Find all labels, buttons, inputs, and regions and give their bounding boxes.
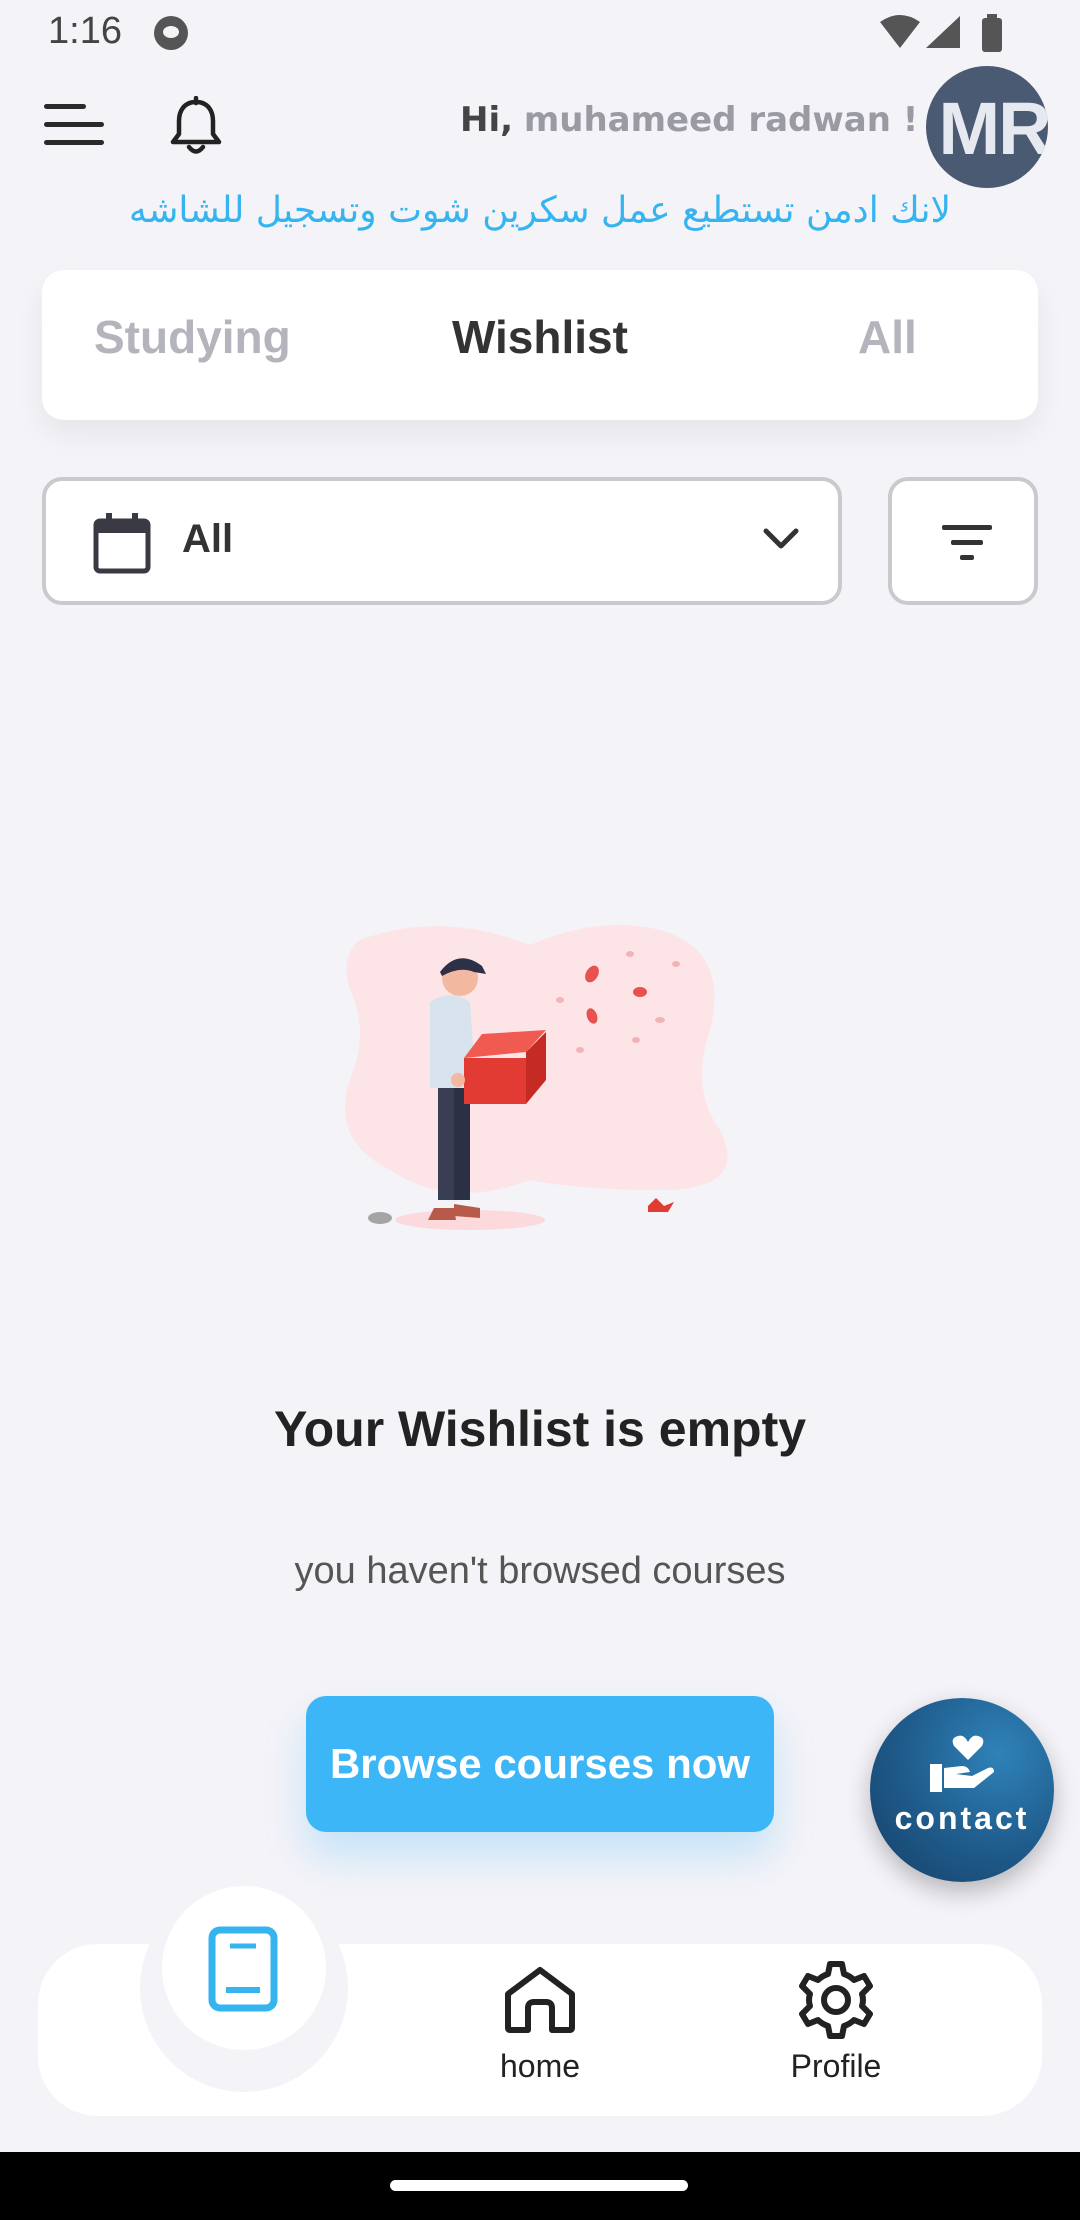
empty-wishlist-illustration [345,925,728,1230]
calendar-icon [93,513,151,574]
contact-fab[interactable]: contact [870,1698,1054,1882]
filter-button[interactable] [888,477,1038,605]
greeting: Hi, muhameed radwan ! [460,100,918,140]
wifi-icon [880,15,920,48]
date-filter-value: All [182,517,234,561]
status-time: 1:16 [48,10,122,52]
filter-lines-icon [942,525,992,560]
avatar[interactable]: MR [926,66,1048,188]
tab-bar: Studying Wishlist All [42,270,1038,420]
home-gesture-indicator[interactable] [390,2180,688,2191]
system-navigation-bar [0,2152,1080,2220]
menu-icon[interactable] [44,102,108,150]
tab-wishlist[interactable]: Wishlist [452,310,628,364]
tab-all[interactable]: All [858,310,917,364]
nav-profile[interactable]: Profile [752,1958,920,2088]
nav-home[interactable]: home [456,1958,624,2088]
avatar-initials: MR [938,87,1048,170]
bell-icon[interactable] [168,96,224,158]
home-icon [505,1967,575,2033]
gear-icon [799,1961,873,2039]
admin-notice: لانك ادمن تستطيع عمل سكرين شوت وتسجيل لل… [128,190,952,231]
app-notification-icon [154,16,188,50]
book-icon [208,1926,278,2012]
status-bar: 1:16 [0,0,1080,66]
tab-studying[interactable]: Studying [94,310,291,364]
hand-heart-icon [930,1735,994,1792]
nav-profile-label: Profile [790,2048,882,2084]
empty-state-title: Your Wishlist is empty [273,1401,807,1457]
nav-home-label: home [499,2048,581,2084]
chevron-down-icon [763,528,799,549]
battery-icon [982,14,1002,52]
greeting-prefix: Hi, [460,100,514,140]
browse-courses-button[interactable]: Browse courses now [306,1696,774,1832]
date-filter-dropdown[interactable]: All [42,477,842,605]
user-name: muhameed radwan ! [523,100,919,140]
nav-courses-button[interactable] [162,1886,326,2050]
empty-state-subtitle: you haven't browsed courses [294,1550,786,1592]
contact-label: contact [894,1800,1030,1836]
signal-icon [926,16,960,48]
